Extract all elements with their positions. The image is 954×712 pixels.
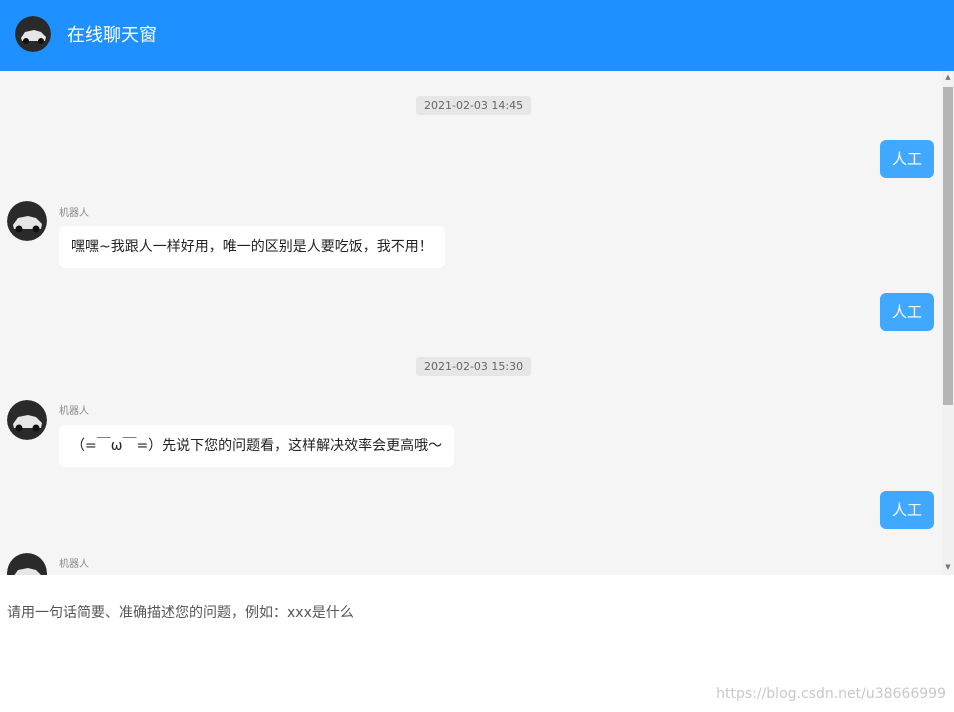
watermark: https://blog.csdn.net/u38666999 bbox=[716, 686, 946, 702]
header-bar: 在线聊天窗 bbox=[0, 0, 954, 71]
chat-scrollbar[interactable]: ▲ ▼ bbox=[942, 71, 954, 575]
user-message: 人工 bbox=[879, 293, 934, 331]
bot-name: 机器人 bbox=[59, 406, 89, 417]
scroll-up-icon[interactable]: ▲ bbox=[942, 71, 954, 83]
user-message: 人工 bbox=[879, 140, 934, 178]
bot-message: 嘿嘿~我跟人一样好用，唯一的区别是人要吃饭，我不用！ bbox=[59, 226, 445, 268]
scroll-thumb[interactable] bbox=[943, 87, 953, 405]
bot-name: 机器人 bbox=[59, 208, 89, 219]
bot-name: 机器人 bbox=[59, 559, 89, 570]
message-list[interactable]: 2021-02-03 14:45 人工 机器人 嘿嘿~我跟人一样好用，唯一的区别… bbox=[0, 71, 954, 575]
bot-avatar-icon bbox=[7, 553, 47, 575]
message-input[interactable] bbox=[7, 605, 907, 621]
scroll-down-icon[interactable]: ▼ bbox=[942, 561, 954, 573]
chat-app: 在线聊天窗 2021-02-03 14:45 人工 机器人 嘿嘿~我跟人一样好用… bbox=[0, 0, 954, 712]
bot-avatar-icon bbox=[7, 201, 47, 241]
user-message: 人工 bbox=[879, 491, 934, 529]
timestamp: 2021-02-03 14:45 bbox=[416, 96, 532, 115]
bot-avatar-icon bbox=[7, 400, 47, 440]
bot-message: （=￣ω￣=）先说下您的问题看，这样解决效率会更高哦～ bbox=[59, 425, 455, 467]
page-title: 在线聊天窗 bbox=[67, 25, 157, 46]
timestamp: 2021-02-03 15:30 bbox=[416, 357, 532, 376]
car-avatar-icon bbox=[15, 16, 51, 52]
